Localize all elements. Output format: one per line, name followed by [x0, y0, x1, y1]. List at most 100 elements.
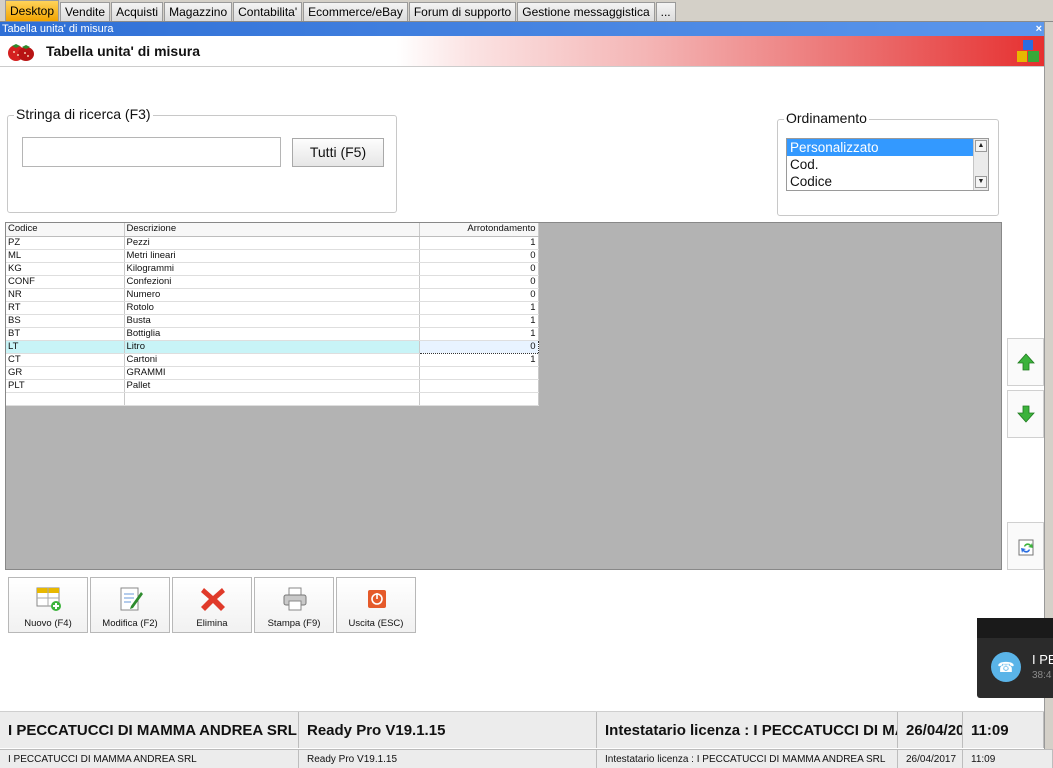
table-row[interactable]: RT Rotolo 1: [6, 301, 539, 315]
cell-codice[interactable]: PZ: [6, 236, 125, 250]
status-date: 26/04/2017: [898, 712, 963, 748]
cell-descrizione[interactable]: [124, 392, 420, 406]
power-icon: [368, 590, 386, 608]
cell-codice[interactable]: GR: [6, 366, 125, 380]
search-group: Stringa di ricerca (F3) Tutti (F5): [7, 106, 397, 213]
phone-icon: ☎: [991, 652, 1021, 682]
table-row[interactable]: GR GRAMMI: [6, 366, 539, 380]
cell-descrizione[interactable]: Busta: [124, 314, 420, 328]
cell-descrizione[interactable]: Pallet: [124, 379, 420, 393]
cell-codice[interactable]: BT: [6, 327, 125, 341]
cell-descrizione[interactable]: Rotolo: [124, 301, 420, 315]
cell-arrotondamento[interactable]: 0: [419, 288, 539, 302]
notification-toast[interactable]: ☎ I PE 38:4: [977, 618, 1053, 698]
cell-arrotondamento[interactable]: 1: [419, 301, 539, 315]
cell-arrotondamento[interactable]: 1: [419, 353, 539, 367]
stampa-button[interactable]: Stampa (F9): [254, 577, 334, 633]
tab-magazzino[interactable]: Magazzino: [164, 2, 233, 21]
cell-descrizione[interactable]: Numero: [124, 288, 420, 302]
modifica-button[interactable]: Modifica (F2): [90, 577, 170, 633]
cell-descrizione[interactable]: Bottiglia: [124, 327, 420, 341]
tab-ecommerce-ebay[interactable]: Ecommerce/eBay: [303, 2, 408, 21]
table-row[interactable]: CT Cartoni 1: [6, 353, 539, 367]
cell-descrizione[interactable]: Metri lineari: [124, 249, 420, 263]
status-version: Ready Pro V19.1.15: [299, 712, 597, 748]
cell-arrotondamento[interactable]: 0: [419, 275, 539, 289]
arrow-down-icon: [1017, 405, 1035, 423]
move-down-button[interactable]: [1007, 390, 1044, 438]
table-row[interactable]: CONF Confezioni 0: [6, 275, 539, 289]
cell-codice[interactable]: NR: [6, 288, 125, 302]
toast-header: [977, 618, 1053, 638]
table-row[interactable]: BT Bottiglia 1: [6, 327, 539, 341]
ordering-option[interactable]: Personalizzato: [787, 139, 973, 156]
new-record-icon: [36, 587, 61, 611]
move-up-button[interactable]: [1007, 338, 1044, 386]
form-header: Tabella unita' di misura: [0, 36, 1044, 67]
ordering-listbox[interactable]: Personalizzato Cod. Codice ▲ ▼: [786, 138, 989, 191]
cell-arrotondamento[interactable]: 0: [419, 262, 539, 276]
cell-descrizione[interactable]: Pezzi: [124, 236, 420, 250]
table-row[interactable]: PLT Pallet: [6, 379, 539, 393]
ordering-scrollbar[interactable]: ▲ ▼: [973, 139, 988, 190]
cell-descrizione[interactable]: Confezioni: [124, 275, 420, 289]
cell-descrizione[interactable]: Litro: [124, 340, 420, 354]
uscita-button[interactable]: Uscita (ESC): [336, 577, 416, 633]
cell-arrotondamento[interactable]: [419, 379, 539, 393]
cell-codice[interactable]: CONF: [6, 275, 125, 289]
tab--[interactable]: ...: [655, 2, 676, 21]
cell-descrizione[interactable]: Cartoni: [124, 353, 420, 367]
scroll-up-icon[interactable]: ▲: [975, 140, 987, 152]
table-row[interactable]: BS Busta 1: [6, 314, 539, 328]
table-row[interactable]: [6, 392, 539, 406]
cell-codice[interactable]: ML: [6, 249, 125, 263]
cell-arrotondamento[interactable]: 0: [419, 249, 539, 263]
cell-arrotondamento[interactable]: 1: [419, 327, 539, 341]
cell-arrotondamento[interactable]: 0: [418, 339, 539, 354]
table-header-row: Codice Descrizione Arrotondamento: [6, 223, 539, 237]
printer-icon: [283, 587, 307, 611]
delete-icon: [201, 588, 225, 611]
close-icon[interactable]: ×: [1036, 22, 1042, 36]
cell-codice[interactable]: LT: [6, 340, 125, 354]
tab-contabilita-[interactable]: Contabilita': [233, 2, 303, 21]
elimina-button[interactable]: Elimina: [172, 577, 252, 633]
cell-arrotondamento[interactable]: 1: [419, 236, 539, 250]
cell-codice[interactable]: KG: [6, 262, 125, 276]
table-row[interactable]: PZ Pezzi 1: [6, 236, 539, 250]
table-row[interactable]: ML Metri lineari 0: [6, 249, 539, 263]
tab-forum-di-supporto[interactable]: Forum di supporto: [408, 2, 517, 21]
column-header-codice[interactable]: Codice: [6, 223, 125, 237]
cell-codice[interactable]: PLT: [6, 379, 125, 393]
cell-arrotondamento[interactable]: [419, 366, 539, 380]
tab-vendite[interactable]: Vendite: [60, 2, 111, 21]
cell-descrizione[interactable]: Kilogrammi: [124, 262, 420, 276]
cell-codice[interactable]: RT: [6, 301, 125, 315]
cell-arrotondamento[interactable]: [419, 392, 539, 406]
ordering-option[interactable]: Codice: [787, 173, 973, 190]
ordering-group: Ordinamento Personalizzato Cod. Codice ▲…: [777, 110, 999, 216]
cell-codice[interactable]: CT: [6, 353, 125, 367]
cell-arrotondamento[interactable]: 1: [419, 314, 539, 328]
cell-descrizione[interactable]: GRAMMI: [124, 366, 420, 380]
tutti-button[interactable]: Tutti (F5): [292, 138, 384, 167]
tab-acquisti[interactable]: Acquisti: [111, 2, 164, 21]
table-row[interactable]: LT Litro 0: [6, 339, 539, 354]
status-version: Ready Pro V19.1.15: [299, 750, 597, 768]
cell-codice[interactable]: BS: [6, 314, 125, 328]
scroll-down-icon[interactable]: ▼: [975, 176, 987, 188]
status-bar-large: I PECCATUCCI DI MAMMA ANDREA SRL Ready P…: [0, 711, 1044, 748]
ordering-option[interactable]: Cod.: [787, 156, 973, 173]
tab-gestione-messaggistica[interactable]: Gestione messaggistica: [517, 2, 655, 21]
table-row[interactable]: NR Numero 0: [6, 288, 539, 302]
app-window: Desktop Vendite Acquisti Magazzino Contabili…: [0, 0, 1053, 768]
cubes-icon: [1017, 40, 1039, 62]
search-input[interactable]: [22, 137, 281, 167]
column-header-descrizione[interactable]: Descrizione: [124, 223, 420, 237]
tab-desktop[interactable]: Desktop: [5, 0, 60, 21]
refresh-button[interactable]: [1007, 522, 1044, 570]
column-header-arrotondamento[interactable]: Arrotondamento: [419, 223, 539, 237]
nuovo-button[interactable]: Nuovo (F4): [8, 577, 88, 633]
cell-codice[interactable]: [6, 392, 125, 406]
table-row[interactable]: KG Kilogrammi 0: [6, 262, 539, 276]
